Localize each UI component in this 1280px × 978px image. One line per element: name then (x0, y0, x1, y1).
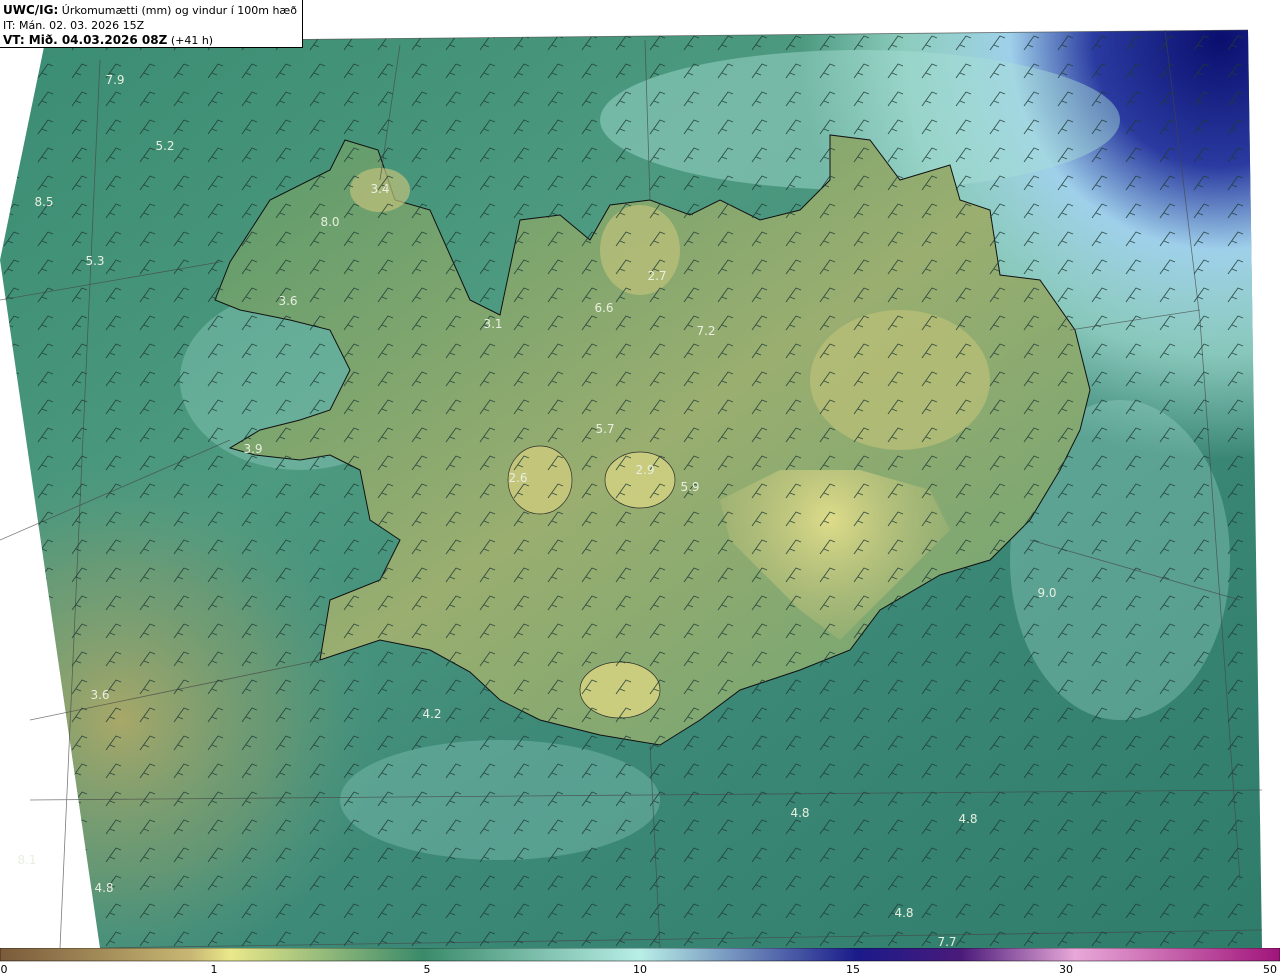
colorbar-tick-label: 0 (0, 963, 8, 976)
map-value-label: 4.2 (422, 707, 441, 721)
model-name: UWC/IG: (3, 3, 59, 17)
map-info-box: UWC/IG: Úrkomumætti (mm) og vindur í 100… (0, 0, 303, 48)
map-value-label: 5.3 (85, 254, 104, 268)
map-value-label: 3.1 (483, 317, 502, 331)
map-value-label: 4.8 (790, 806, 809, 820)
map-value-label: 8.5 (34, 195, 53, 209)
map-value-label: 7.9 (105, 73, 124, 87)
colorbar-tick-label: 50 (1263, 963, 1277, 976)
map-value-label: 7.2 (696, 324, 715, 338)
map-title: Úrkomumætti (mm) og vindur í 100m hæð (61, 4, 297, 17)
colorbar-tick-label: 1 (210, 963, 218, 976)
precipitation-wind-map: 7.9 5.2 8.5 3.4 8.0 5.3 3.6 2.7 6.6 3.1 7.2 5.7 3.9 2… (0, 0, 1280, 948)
map-value-label: 5.7 (595, 422, 614, 436)
map-value-label: 3.6 (90, 688, 109, 702)
valid-time: VT: Mið. 04.03.2026 08Z (3, 33, 168, 47)
map-value-label: 5.9 (680, 480, 699, 494)
map-value-label: 2.7 (647, 269, 666, 283)
map-value-label: 4.8 (958, 812, 977, 826)
map-value-label: 5.2 (155, 139, 174, 153)
colorbar-tick-label: 5 (423, 963, 431, 976)
map-value-label: 7.7 (937, 935, 956, 948)
map-value-label: 4.8 (94, 881, 113, 895)
map-value-label: 8.0 (320, 215, 339, 229)
map-value-label: 8.1 (17, 853, 36, 867)
map-value-label: 2.9 (635, 463, 654, 477)
map-value-label: 3.6 (278, 294, 297, 308)
map-value-label: 9.0 (1037, 586, 1056, 600)
map-value-label: 6.6 (594, 301, 613, 315)
colorbar-tick-label: 30 (1059, 963, 1073, 976)
colorbar-tick-label: 10 (633, 963, 647, 976)
valid-offset: (+41 h) (170, 34, 214, 47)
map-value-label: 3.4 (370, 182, 389, 196)
initial-time: IT: Mán. 02. 03. 2026 15Z (3, 19, 145, 32)
map-value-label: 3.9 (243, 442, 262, 456)
wind-barbs-layer (0, 30, 1262, 948)
colorbar-tick-label: 15 (846, 963, 860, 976)
map-value-label: 4.8 (894, 906, 913, 920)
map-value-label: 2.6 (508, 471, 527, 485)
